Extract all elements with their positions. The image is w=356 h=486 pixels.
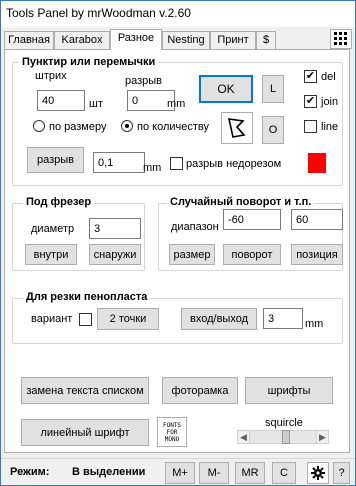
fonts-for-mono-icon[interactable]: FONTS FOR MONO (157, 417, 187, 447)
l-button[interactable]: L (262, 75, 284, 103)
nedorez-checkbox[interactable] (170, 157, 183, 170)
o-button[interactable]: O (262, 116, 284, 144)
nedorez-label: разрыв недорезом (186, 158, 282, 170)
mr-button[interactable]: MR (235, 462, 265, 484)
variant-label: вариант (31, 313, 73, 325)
line-label: line (321, 121, 339, 133)
del-label: del (321, 71, 336, 83)
radio-by-size-label: по размеру (49, 121, 107, 133)
linear-font-button[interactable]: линейный шрифт (21, 419, 149, 446)
range-max-input[interactable]: 60 (291, 209, 343, 230)
squircle-label: squircle (265, 417, 303, 429)
in-out-button[interactable]: вход/выход (181, 308, 257, 330)
radio-by-count[interactable] (121, 120, 133, 132)
m-minus-button[interactable]: M- (199, 462, 229, 484)
tab-karabox[interactable]: Karabox (54, 31, 110, 49)
mode-label: Режим: (10, 466, 50, 478)
diam-label: диаметр (31, 223, 75, 235)
outside-button[interactable]: снаружи (89, 244, 141, 265)
inside-button[interactable]: внутри (25, 244, 77, 265)
slider-right-arrow-icon[interactable]: ▶ (316, 431, 328, 443)
foam-unit: mm (305, 318, 324, 330)
shtrih-input[interactable]: 40 (37, 90, 85, 111)
help-button[interactable]: ? (333, 462, 350, 484)
mode-value: В выделении (72, 466, 146, 478)
diam-input[interactable]: 3 (89, 218, 141, 239)
razryv-unit: mm (167, 98, 186, 110)
tab-nesting[interactable]: Nesting (162, 31, 210, 49)
join-label: join (321, 96, 339, 108)
radio-by-count-label: по количеству (137, 121, 209, 133)
join-checkbox[interactable]: ✔ (304, 95, 317, 108)
random-title: Случайный поворот и т.п. (167, 196, 315, 208)
grid-menu-icon[interactable] (330, 29, 352, 49)
status-bar: Режим: В выделении M+ M- MR C ? (0, 458, 356, 486)
shtrih-unit: шт (89, 98, 103, 110)
m-plus-button[interactable]: M+ (165, 462, 195, 484)
line-checkbox[interactable] (304, 120, 317, 133)
foam-title: Для резки пенопласта (23, 291, 151, 303)
tab-print[interactable]: Принт (210, 31, 256, 49)
variant-checkbox[interactable] (79, 313, 92, 326)
del-checkbox[interactable]: ✔ (304, 70, 317, 83)
squircle-slider[interactable]: ◀ ▶ (237, 430, 329, 444)
replace-text-button[interactable]: замена текста списком (21, 377, 149, 404)
fonts-button[interactable]: шрифты (245, 377, 333, 404)
position-button[interactable]: позиция (291, 244, 343, 265)
razryv-button[interactable]: разрыв (27, 147, 84, 173)
punktir-title: Пунктир или перемычки (19, 56, 159, 68)
range-label: диапазон (171, 221, 219, 233)
shtrih-label: штрих (35, 70, 67, 82)
red-swatch[interactable] (308, 153, 326, 173)
settings-icon[interactable] (307, 462, 329, 484)
tab-strip: Главная Karabox Разное Nesting Принт $ (4, 29, 354, 50)
window-title: Tools Panel by mrWoodman v.2.60 (6, 6, 191, 20)
tab-dollar[interactable]: $ (256, 31, 276, 49)
slider-left-arrow-icon[interactable]: ◀ (238, 431, 250, 443)
rotate-button[interactable]: поворот (223, 244, 281, 265)
slider-thumb[interactable] (282, 430, 290, 444)
tab-misc[interactable]: Разное (110, 29, 162, 50)
radio-by-size[interactable] (33, 120, 45, 132)
misc-panel: Пунктир или перемычки штрих 40 шт разрыв… (4, 49, 350, 453)
photoframe-button[interactable]: фоторамка (162, 377, 238, 404)
c-button[interactable]: C (272, 462, 296, 484)
shape-icon[interactable] (221, 112, 253, 144)
size-button[interactable]: размер (169, 244, 215, 265)
tab-main[interactable]: Главная (4, 31, 54, 49)
razryv-label: разрыв (125, 75, 163, 87)
range-min-input[interactable]: -60 (223, 209, 281, 230)
ok-button[interactable]: OK (199, 75, 253, 103)
foam-value-input[interactable]: 3 (263, 308, 303, 329)
gap-value-input[interactable]: 0,1 (93, 152, 145, 173)
two-points-button[interactable]: 2 точки (97, 308, 159, 330)
title-bar: Tools Panel by mrWoodman v.2.60 (0, 0, 356, 27)
freza-title: Под фрезер (23, 196, 95, 208)
gap-unit: mm (143, 162, 162, 174)
